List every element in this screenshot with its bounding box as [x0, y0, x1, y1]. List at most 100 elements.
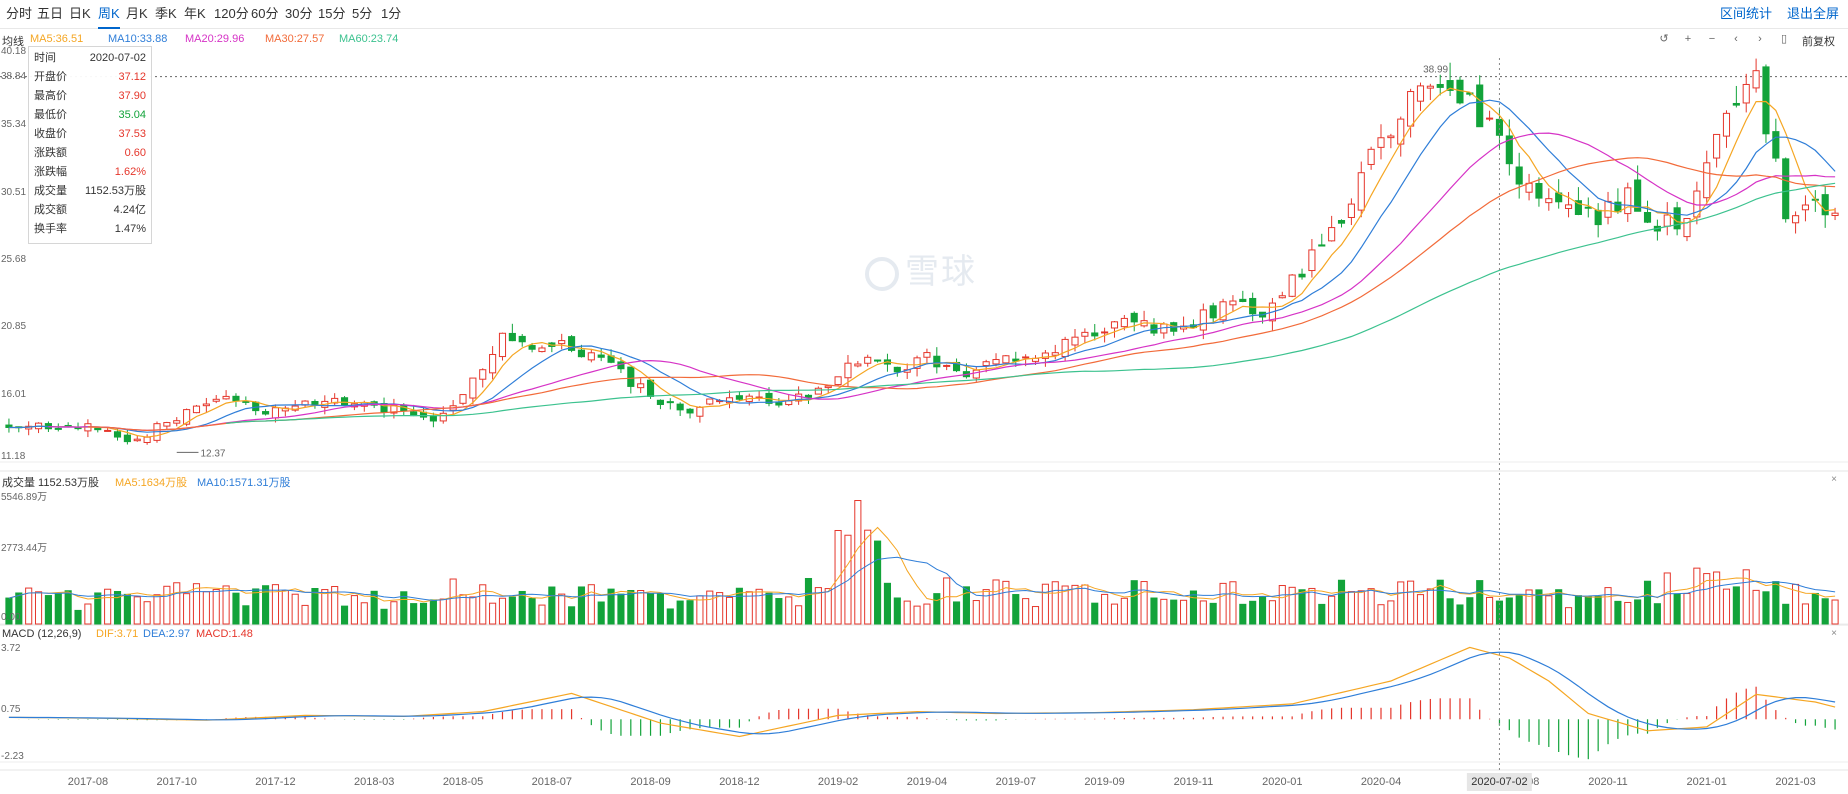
candle-body	[1407, 91, 1415, 127]
high-annotation: 38.99	[1423, 65, 1448, 76]
next-icon[interactable]: ›	[1751, 32, 1769, 46]
candle-body	[1061, 338, 1069, 358]
volume-bar	[1466, 597, 1474, 625]
zoom-in-icon[interactable]: +	[1679, 32, 1697, 46]
zoom-out-icon[interactable]: −	[1703, 32, 1721, 46]
low-annotation: 12.37	[200, 448, 225, 459]
candle-body	[1367, 148, 1375, 165]
volume-bar	[1318, 603, 1326, 625]
candle-body	[1604, 200, 1612, 218]
candle-body	[1120, 317, 1128, 328]
volume-bar	[1091, 602, 1099, 625]
crosshair-date-label: 2020-07-02	[1467, 773, 1532, 791]
volume-bar	[1772, 581, 1780, 625]
candle-body	[1130, 312, 1138, 323]
volume-bar	[64, 590, 72, 625]
left-right-icon[interactable]: ↺	[1655, 32, 1673, 46]
volume-bar	[1189, 590, 1198, 625]
volume-bar	[1387, 600, 1395, 625]
volume-bar	[1426, 588, 1434, 625]
macd-hist	[18, 686, 1836, 760]
candle-body	[1772, 131, 1780, 159]
close-volume-icon[interactable]: ×	[1828, 474, 1840, 486]
volume-bar	[291, 593, 299, 625]
volume-bar	[1831, 599, 1839, 625]
volume-bar	[903, 600, 911, 625]
candle-body	[706, 398, 714, 405]
prev-icon[interactable]: ‹	[1727, 32, 1745, 46]
candle-body	[696, 406, 704, 417]
volume-bar	[577, 586, 586, 625]
volume-bar	[1377, 604, 1385, 625]
volume-bar	[1051, 581, 1059, 625]
volume-bar	[1258, 596, 1267, 625]
date-tick: 2018-12	[719, 776, 760, 788]
volume-bar	[952, 601, 961, 625]
candle-body	[1782, 158, 1790, 220]
price-tick: 38.84	[1, 70, 27, 82]
candle-body	[173, 420, 181, 424]
volume-bar	[1347, 591, 1355, 625]
candle-body	[1239, 298, 1247, 302]
candle-body	[1101, 331, 1109, 334]
ma-legend-item: MA5:36.51	[30, 33, 84, 45]
volume-bar	[1555, 589, 1563, 625]
candle-body	[972, 369, 980, 379]
close-macd-icon[interactable]: ×	[1828, 628, 1840, 640]
candle-body	[814, 387, 822, 395]
volume-bar	[676, 600, 684, 625]
candle-body	[1377, 137, 1385, 148]
macd-tick: 0.75	[1, 704, 21, 715]
kline-tooltip: 时间 2020-07-02 开盘价 37.12 最高价 37.90 最低价 35.04 收盘价 3…	[28, 46, 152, 244]
volume-bar	[558, 593, 566, 625]
volume-bar	[992, 579, 1000, 625]
volume-bar	[1545, 595, 1553, 625]
kline-chart[interactable]: 38.99 12.37	[0, 0, 1848, 794]
candle-body	[874, 359, 882, 362]
tooltip-key: 成交量	[34, 185, 67, 197]
tooltip-row: 最低价 35.04	[34, 106, 146, 124]
tooltip-value: 1.47%	[114, 223, 146, 235]
volume-tick: 0.00	[1, 612, 21, 623]
candle-body	[1022, 356, 1030, 359]
candle-body	[528, 345, 536, 350]
tooltip-key: 收盘价	[34, 128, 67, 140]
volume-bar	[1505, 597, 1513, 625]
volume-bar	[1673, 593, 1681, 625]
volume-bar	[1614, 600, 1622, 625]
dea-line	[8, 651, 1836, 735]
candle-body	[1643, 212, 1652, 223]
volume-bar	[883, 582, 892, 625]
candle-body	[1762, 66, 1770, 135]
volume-bar	[192, 583, 201, 625]
volume-bar	[340, 605, 349, 625]
tooltip-row: 换手率 1.47%	[34, 220, 146, 238]
candle-body	[1416, 85, 1425, 102]
candle-body	[271, 407, 280, 419]
volume-bar	[1229, 581, 1237, 625]
tooltip-row: 涨跌额 0.60	[34, 144, 146, 162]
volume-bar	[34, 591, 43, 625]
macd-legend-item: DEA:2.97	[143, 628, 191, 640]
volume-bar	[854, 500, 862, 625]
candle-body	[1594, 209, 1602, 226]
candle-body	[538, 347, 546, 353]
candle-body	[1071, 336, 1079, 346]
volume-bar	[785, 596, 793, 625]
ma60-line	[226, 182, 1836, 424]
volume-bar	[1811, 592, 1819, 625]
adjust-mode-label[interactable]: 前复权	[1802, 33, 1835, 49]
tooltip-value: 35.04	[118, 109, 146, 121]
volume-bar	[1288, 586, 1296, 625]
volume-bar	[1110, 603, 1119, 625]
volume-bar	[1031, 606, 1040, 625]
pause-icon[interactable]: ▯	[1775, 32, 1793, 46]
volume-bar	[350, 595, 358, 625]
macd-legend-item: MACD:1.48	[196, 628, 253, 640]
volume-bar	[1071, 584, 1079, 625]
volume-bar	[1683, 593, 1691, 625]
volume-bar	[429, 599, 437, 625]
candle-body	[1535, 183, 1543, 199]
volume-bar	[617, 593, 625, 625]
candle-body	[1387, 135, 1395, 139]
